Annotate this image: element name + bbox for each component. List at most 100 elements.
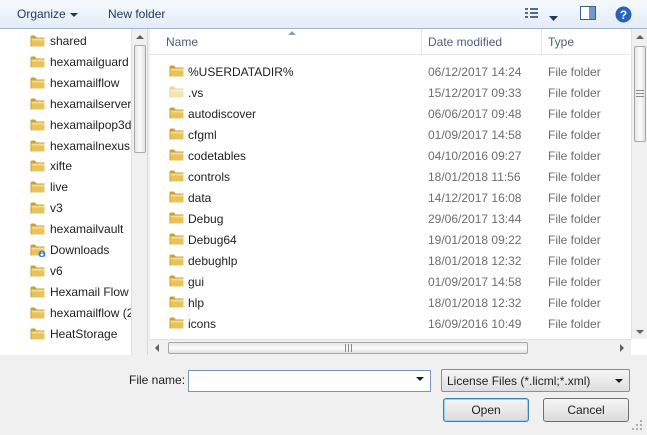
navigation-pane[interactable]: shared hexamailguard hexamailflow hexamails… [0,29,148,355]
folder-icon [30,34,46,51]
file-name: Debug64 [188,233,237,247]
file-date: 01/09/2017 14:58 [428,128,522,142]
folder-icon [30,139,46,156]
nav-item[interactable]: hexamailflow [30,73,140,93]
nav-item[interactable]: hexamailflow (2 [30,303,140,323]
file-row[interactable]: .vs 15/12/2017 09:33 File folder [150,82,630,103]
nav-item[interactable]: Downloads [30,240,140,260]
scroll-left-arrow[interactable] [155,344,159,352]
nav-item-label: hexamailflow (2 [50,305,134,320]
file-row[interactable]: data 14/12/2017 16:08 File folder [150,187,630,208]
nav-item[interactable]: hexamailvault [30,219,140,239]
nav-item[interactable]: live [30,177,140,197]
column-header: Name Date modified Type [150,29,630,55]
folder-icon [169,106,185,123]
file-name: data [188,191,212,205]
nav-scroll-up-arrow[interactable] [136,35,144,39]
organize-button[interactable]: Organize [17,6,78,22]
file-date: 18/01/2018 12:32 [428,296,522,310]
nav-item-label: shared [50,34,87,48]
nav-item[interactable]: hexamailnexus [30,136,140,156]
views-chevron-down-icon[interactable] [549,11,558,25]
scroll-up-arrow[interactable] [636,35,644,39]
vertical-scroll-thumb[interactable] [634,46,646,142]
chevron-down-icon [69,12,78,17]
nav-item-label: live [50,180,69,195]
nav-item-label: v6 [50,263,63,278]
file-name: gui [188,275,205,289]
file-name: controls [188,170,231,184]
file-list[interactable]: Name Date modified Type %USERDATADIR% 06/… [150,29,647,355]
file-type: File folder [548,233,601,247]
file-row[interactable]: debughlp 18/01/2018 12:32 File folder [150,250,630,271]
file-name: %USERDATADIR% [188,65,294,79]
file-type: File folder [548,107,601,121]
nav-item-label: HeatStorage [50,326,118,341]
file-row[interactable]: hlp 18/01/2018 12:32 File folder [150,292,630,313]
folder-icon [169,148,185,165]
file-row[interactable]: autodiscover 06/06/2017 09:48 File folder [150,103,630,124]
file-name-label: File name: [129,373,186,387]
folder-icon [169,274,185,291]
list-horizontal-scrollbar[interactable] [150,339,631,355]
file-name: .vs [188,86,204,100]
file-type-select[interactable]: License Files (*.licml;*.xml) [441,369,630,392]
nav-item[interactable]: hexamailguard [30,52,140,72]
grip-icon [636,90,644,97]
folder-icon [30,327,46,344]
preview-pane-icon[interactable] [579,5,597,24]
file-name-input[interactable] [188,370,431,392]
open-button[interactable]: Open [443,398,529,422]
nav-item[interactable]: xifte [30,156,140,176]
folder-icon [30,76,46,93]
nav-item[interactable]: Hexamail Flow [30,282,140,302]
file-row[interactable]: controls 18/01/2018 11:56 File folder [150,166,630,187]
file-row[interactable]: icons 16/09/2016 10:49 File folder [150,313,630,334]
help-icon[interactable]: ? [615,6,632,26]
nav-item[interactable]: shared [30,31,140,51]
folder-icon [169,211,185,228]
cancel-button[interactable]: Cancel [543,398,629,422]
folder-icon [169,190,185,207]
nav-item[interactable]: HeatStorage [30,324,140,344]
resize-grip-icon[interactable] [630,418,644,432]
file-date: 18/01/2018 12:32 [428,254,522,268]
new-folder-button[interactable]: New folder [108,6,165,22]
scroll-right-arrow[interactable] [620,344,624,352]
file-type: File folder [548,296,601,310]
nav-item-label: hexamailvault [50,222,124,237]
nav-item[interactable]: hexamailpop3d [30,115,140,135]
file-name-dropdown-icon[interactable] [416,377,424,381]
folder-icon [30,264,46,281]
folder-icon [30,285,46,302]
file-row[interactable]: gui 01/09/2017 14:58 File folder [150,271,630,292]
column-date-modified[interactable]: Date modified [422,29,542,55]
file-row[interactable]: codetables 04/10/2016 09:27 File folder [150,145,630,166]
file-type: File folder [548,317,601,331]
nav-scroll-thumb[interactable] [134,45,146,153]
nav-scrollbar[interactable] [131,29,147,355]
list-vertical-scrollbar[interactable] [631,29,647,339]
view-list-icon[interactable] [524,5,542,24]
file-date: 29/06/2017 13:44 [428,212,522,226]
file-row[interactable]: cfgml 01/09/2017 14:58 File folder [150,124,630,145]
folder-icon [169,316,185,333]
column-type[interactable]: Type [542,29,630,55]
file-row[interactable]: Debug64 19/01/2018 09:22 File folder [150,229,630,250]
file-name: codetables [188,149,247,163]
folder-icon [169,253,185,270]
file-row[interactable]: %USERDATADIR% 06/12/2017 14:24 File folder [150,61,630,82]
file-type: File folder [548,254,601,268]
nav-item[interactable]: hexamailserver [30,94,140,114]
file-type: File folder [548,65,601,79]
scroll-down-arrow[interactable] [636,330,644,334]
nav-item[interactable]: v6 [30,261,140,281]
file-date: 06/06/2017 09:48 [428,107,522,121]
file-name: icons [188,317,217,331]
horizontal-scroll-thumb[interactable] [168,342,528,354]
nav-item[interactable]: v3 [30,198,140,218]
file-row[interactable]: Debug 29/06/2017 13:44 File folder [150,208,630,229]
folder-icon [30,159,46,176]
grip-icon [345,344,352,352]
nav-item-label: hexamailnexus [50,138,131,153]
